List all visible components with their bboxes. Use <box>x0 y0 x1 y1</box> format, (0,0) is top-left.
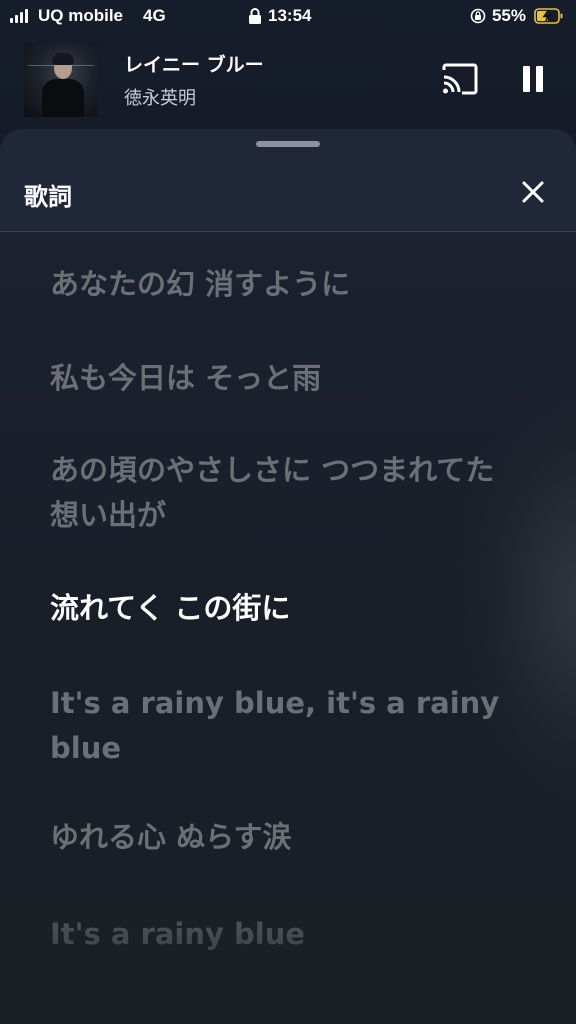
orientation-lock-icon <box>470 8 486 24</box>
lyric-line-current[interactable]: 流れてく この街に <box>50 586 520 631</box>
battery-charging-icon <box>534 8 563 24</box>
cast-icon[interactable] <box>440 62 480 96</box>
status-time: 13:54 <box>268 6 312 25</box>
track-artist: 徳永英明 <box>124 88 196 109</box>
status-bar: UQ mobile 4G 13:54 55% <box>0 0 576 34</box>
battery-percent: 55% <box>491 6 526 25</box>
lyric-line[interactable]: あの頃のやさしさに つつまれてた想い出が <box>50 448 520 538</box>
carrier-name: UQ mobile <box>38 6 124 25</box>
lyrics-sheet: 歌詞 あなたの幻 消すように 私も今日は そっと雨 あの頃のやさしさに つつまれ… <box>0 129 576 1024</box>
pause-icon[interactable] <box>518 62 548 96</box>
lyrics-title: 歌詞 <box>24 183 72 211</box>
close-icon[interactable] <box>516 175 550 209</box>
lyrics-header: 歌詞 <box>0 129 576 232</box>
lyric-line[interactable]: It's a rainy blue <box>50 912 520 957</box>
lyric-line[interactable]: ゆれる心 ぬらす涙 <box>50 815 520 860</box>
now-playing-bar[interactable]: レイニー ブルー 徳永英明 <box>0 34 576 130</box>
status-bar-right: 55% <box>470 6 564 26</box>
signal-icon <box>10 9 30 23</box>
status-bar-center: 13:54 <box>248 6 311 26</box>
lock-icon <box>249 8 261 24</box>
lyrics-screen: UQ mobile 4G 13:54 55% レイニー ブルー 徳永英明 歌詞 … <box>0 0 576 1024</box>
lyric-line[interactable]: 私も今日は そっと雨 <box>50 356 520 401</box>
status-bar-left: UQ mobile 4G <box>10 6 166 26</box>
network-type: 4G <box>143 6 166 25</box>
album-art[interactable] <box>24 43 98 117</box>
track-title: レイニー ブルー <box>124 54 264 76</box>
lyric-line[interactable]: It's a rainy blue, it's a rainy blue <box>50 681 520 771</box>
lyric-line[interactable]: あなたの幻 消すように <box>50 262 520 307</box>
drag-handle[interactable] <box>256 141 320 147</box>
